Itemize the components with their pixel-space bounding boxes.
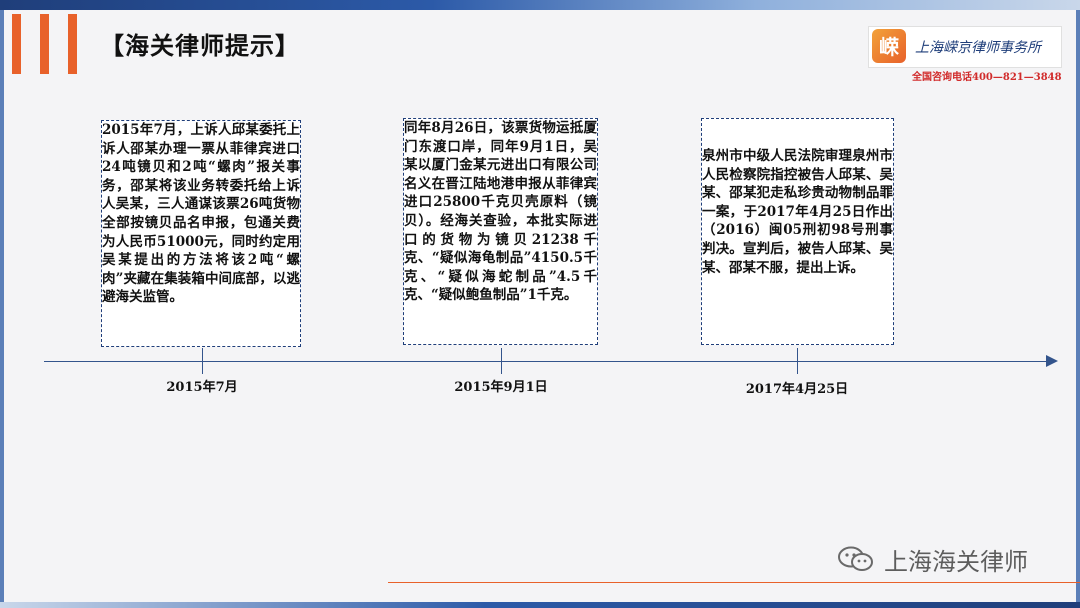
slide-title: 【海关律师提示】 bbox=[100, 31, 300, 60]
accent-bar-2 bbox=[40, 14, 49, 74]
firm-logo: 嵘 上海嵘京律师事务所 bbox=[868, 26, 1062, 68]
top-gradient-bar bbox=[0, 0, 1080, 10]
event-3-text: 泉州市中级人民法院审理泉州市人民检察院指控被告人邱某、吴某、邵某犯走私珍贵动物制… bbox=[702, 148, 893, 276]
timeline-event-3: 泉州市中级人民法院审理泉州市人民检察院指控被告人邱某、吴某、邵某犯走私珍贵动物制… bbox=[701, 118, 894, 345]
timeline-tick-3 bbox=[797, 348, 798, 374]
event-1-text: 2015年7月，上诉人邱某委托上诉人邵某办理一票从菲律宾进口24吨镜贝和2吨“螺… bbox=[102, 122, 300, 306]
event-2-text: 同年8月26日，该票货物运抵厦门东渡口岸，同年9月1日，吴某以厦门金某元进出口有… bbox=[404, 120, 597, 304]
timeline-event-2: 同年8月26日，该票货物运抵厦门东渡口岸，同年9月1日，吴某以厦门金某元进出口有… bbox=[403, 118, 598, 345]
bottom-gradient-bar bbox=[0, 602, 1080, 608]
logo-text: 上海嵘京律师事务所 bbox=[915, 40, 1041, 56]
timeline-date-3: 2017年4月25日 bbox=[745, 382, 849, 397]
timeline-tick-2 bbox=[501, 348, 502, 374]
timeline-event-1: 2015年7月，上诉人邱某委托上诉人邵某办理一票从菲律宾进口24吨镜贝和2吨“螺… bbox=[101, 120, 301, 347]
timeline-date-1: 2015年7月 bbox=[166, 380, 238, 395]
accent-bar-1 bbox=[12, 14, 21, 74]
timeline-date-2: 2015年9月1日 bbox=[454, 380, 548, 395]
logo-glyph: 嵘 bbox=[879, 35, 899, 59]
accent-bar-3 bbox=[68, 14, 77, 74]
hotline-text: 全国咨询电话400—821—3848 bbox=[912, 72, 1062, 83]
left-edge-bar bbox=[0, 10, 4, 602]
right-edge-bar bbox=[1076, 10, 1080, 602]
timeline-arrow-icon bbox=[1046, 355, 1058, 367]
footer-line bbox=[388, 582, 1080, 583]
timeline-tick-1 bbox=[202, 348, 203, 374]
watermark-text: 上海海关律师 bbox=[884, 548, 1028, 576]
timeline-axis bbox=[44, 361, 1050, 362]
wechat-icon bbox=[838, 546, 873, 571]
